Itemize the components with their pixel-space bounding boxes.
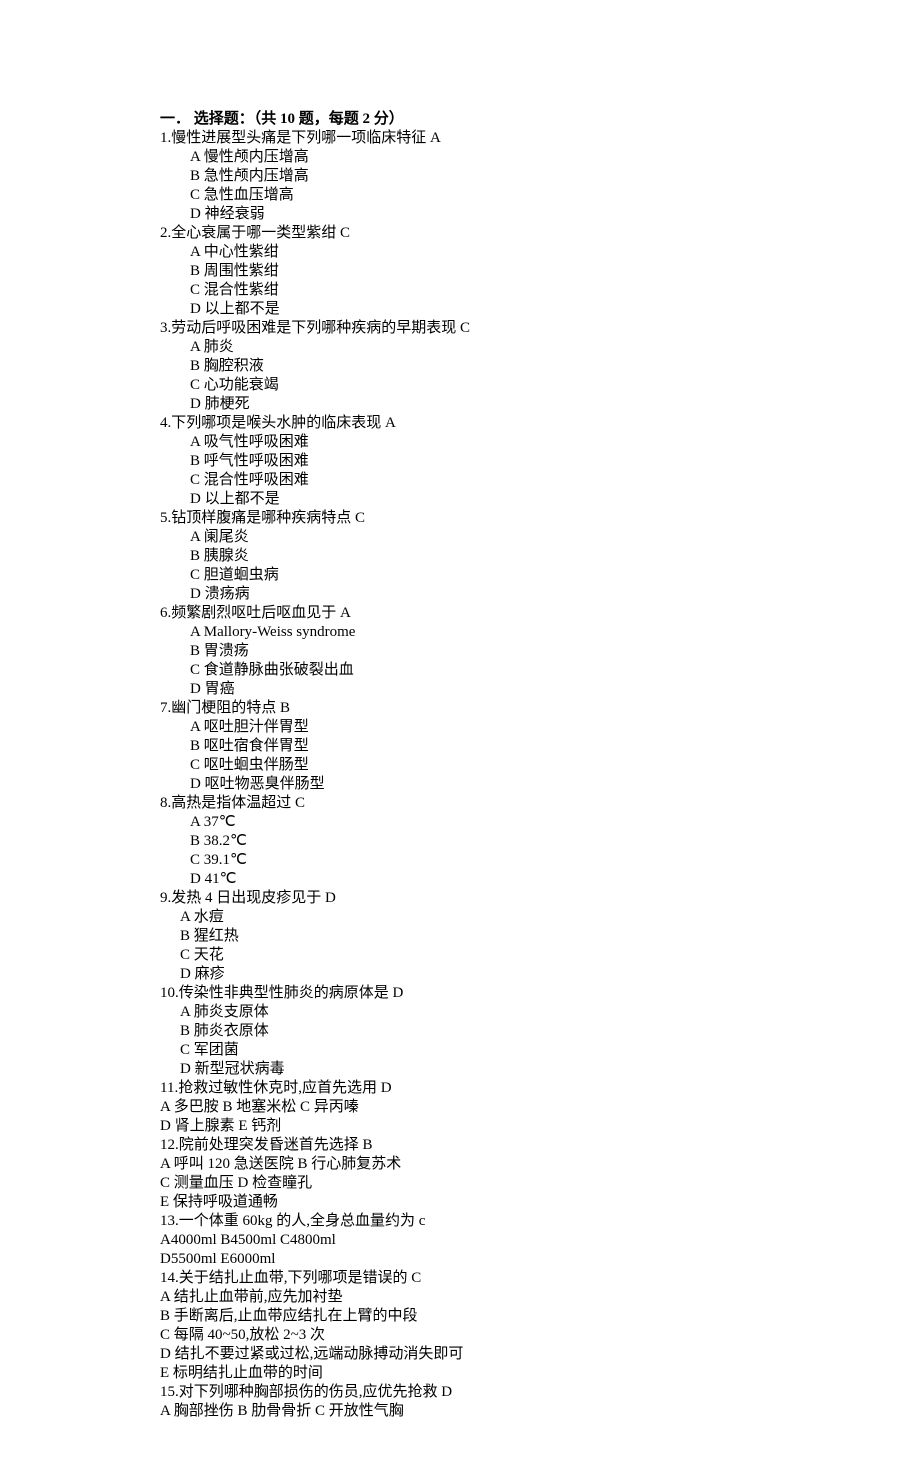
q4-option-a: A 吸气性呼吸困难 (160, 433, 760, 452)
q14-option-c: C 每隔 40~50,放松 2~3 次 (160, 1326, 760, 1345)
q5-option-c: C 胆道蛔虫病 (160, 566, 760, 585)
q3-stem: 3.劳动后呼吸困难是下列哪种疾病的早期表现 C (160, 319, 760, 338)
q13-stem: 13.一个体重 60kg 的人,全身总血量约为 c (160, 1212, 760, 1231)
q2-option-a: A 中心性紫绀 (160, 243, 760, 262)
q6-stem: 6.频繁剧烈呕吐后呕血见于 A (160, 604, 760, 623)
q5-stem: 5.钻顶样腹痛是哪种疾病特点 C (160, 509, 760, 528)
q8-option-c: C 39.1℃ (160, 851, 760, 870)
q12-stem: 12.院前处理突发昏迷首先选择 B (160, 1136, 760, 1155)
q9-stem: 9.发热 4 日出现皮疹见于 D (160, 889, 760, 908)
q5-option-d: D 溃疡病 (160, 585, 760, 604)
q1-stem: 1.慢性进展型头痛是下列哪一项临床特征 A (160, 129, 760, 148)
q1-option-b: B 急性颅内压增高 (160, 167, 760, 186)
q2-stem: 2.全心衰属于哪一类型紫绀 C (160, 224, 760, 243)
q3-option-c: C 心功能衰竭 (160, 376, 760, 395)
q7-option-b: B 呕吐宿食伴胃型 (160, 737, 760, 756)
q2-option-b: B 周围性紫绀 (160, 262, 760, 281)
q14-option-e: E 标明结扎止血带的时间 (160, 1364, 760, 1383)
q15-stem: 15.对下列哪种胸部损伤的伤员,应优先抢救 D (160, 1383, 760, 1402)
q12-options-line-3: E 保持呼吸道通畅 (160, 1193, 760, 1212)
q3-option-a: A 肺炎 (160, 338, 760, 357)
q9-option-b: B 猩红热 (160, 927, 760, 946)
q15-options-line-1: A 胸部挫伤 B 肋骨骨折 C 开放性气胸 (160, 1402, 760, 1421)
q7-option-c: C 呕吐蛔虫伴肠型 (160, 756, 760, 775)
q10-option-d: D 新型冠状病毒 (160, 1060, 760, 1079)
exam-page: 一． 选择题：（共 10 题，每题 2 分） 1.慢性进展型头痛是下列哪一项临床… (0, 0, 920, 1481)
q7-option-d: D 呕吐物恶臭伴肠型 (160, 775, 760, 794)
q10-option-c: C 军团菌 (160, 1041, 760, 1060)
q12-options-line-1: A 呼叫 120 急送医院 B 行心肺复苏术 (160, 1155, 760, 1174)
q2-option-d: D 以上都不是 (160, 300, 760, 319)
q3-option-d: D 肺梗死 (160, 395, 760, 414)
q6-option-d: D 胃癌 (160, 680, 760, 699)
q5-option-a: A 阑尾炎 (160, 528, 760, 547)
q8-option-d: D 41℃ (160, 870, 760, 889)
q14-option-a: A 结扎止血带前,应先加衬垫 (160, 1288, 760, 1307)
section-heading: 一． 选择题：（共 10 题，每题 2 分） (160, 110, 760, 129)
q9-option-d: D 麻疹 (160, 965, 760, 984)
q12-options-line-2: C 测量血压 D 检查瞳孔 (160, 1174, 760, 1193)
q4-option-b: B 呼气性呼吸困难 (160, 452, 760, 471)
q8-option-a: A 37℃ (160, 813, 760, 832)
q2-option-c: C 混合性紫绀 (160, 281, 760, 300)
q6-option-c: C 食道静脉曲张破裂出血 (160, 661, 760, 680)
q1-option-d: D 神经衰弱 (160, 205, 760, 224)
q3-option-b: B 胸腔积液 (160, 357, 760, 376)
q6-option-a: A Mallory-Weiss syndrome (160, 623, 760, 642)
q5-option-b: B 胰腺炎 (160, 547, 760, 566)
q11-stem: 11.抢救过敏性休克时,应首先选用 D (160, 1079, 760, 1098)
q8-option-b: B 38.2℃ (160, 832, 760, 851)
q1-option-c: C 急性血压增高 (160, 186, 760, 205)
q14-stem: 14.关于结扎止血带,下列哪项是错误的 C (160, 1269, 760, 1288)
q9-option-a: A 水痘 (160, 908, 760, 927)
q10-option-b: B 肺炎衣原体 (160, 1022, 760, 1041)
q7-stem: 7.幽门梗阻的特点 B (160, 699, 760, 718)
q8-stem: 8.高热是指体温超过 C (160, 794, 760, 813)
q11-options-line-1: A 多巴胺 B 地塞米松 C 异丙嗪 (160, 1098, 760, 1117)
q9-option-c: C 天花 (160, 946, 760, 965)
q7-option-a: A 呕吐胆汁伴胃型 (160, 718, 760, 737)
q4-option-d: D 以上都不是 (160, 490, 760, 509)
q4-stem: 4.下列哪项是喉头水肿的临床表现 A (160, 414, 760, 433)
q10-stem: 10.传染性非典型性肺炎的病原体是 D (160, 984, 760, 1003)
q11-options-line-2: D 肾上腺素 E 钙剂 (160, 1117, 760, 1136)
q13-options-line-1: A4000ml B4500ml C4800ml (160, 1231, 760, 1250)
q13-options-line-2: D5500ml E6000ml (160, 1250, 760, 1269)
q14-option-d: D 结扎不要过紧或过松,远端动脉搏动消失即可 (160, 1345, 760, 1364)
q14-option-b: B 手断离后,止血带应结扎在上臂的中段 (160, 1307, 760, 1326)
q1-option-a: A 慢性颅内压增高 (160, 148, 760, 167)
q6-option-b: B 胃溃疡 (160, 642, 760, 661)
q10-option-a: A 肺炎支原体 (160, 1003, 760, 1022)
q4-option-c: C 混合性呼吸困难 (160, 471, 760, 490)
